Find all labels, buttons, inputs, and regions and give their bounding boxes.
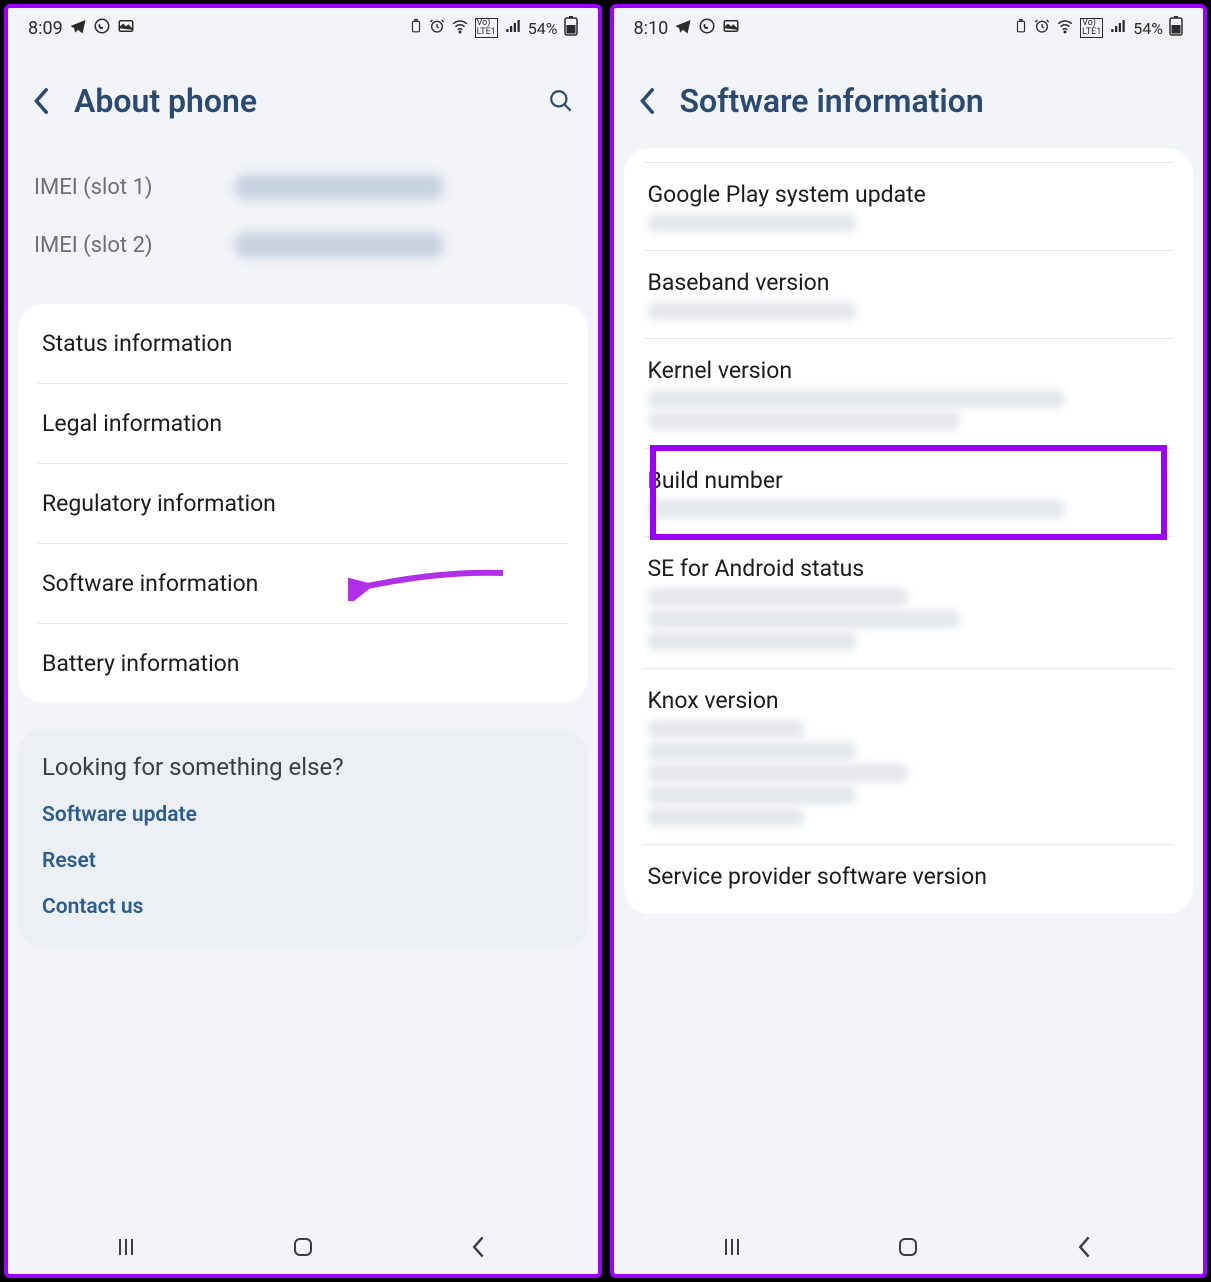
clock: 8:10 [634,18,669,39]
kernel-version-item[interactable]: Kernel version [644,339,1174,449]
wifi-icon [1056,17,1074,40]
redacted-value [648,808,804,826]
page-title: Software information [680,82,1184,120]
legal-information-item[interactable]: Legal information [38,384,568,464]
home-button[interactable] [288,1232,318,1262]
volte-icon: Vo)LTE1 [475,18,498,38]
google-play-update-item[interactable]: Google Play system update [644,162,1174,251]
imei-block: IMEI (slot 1) IMEI (slot 2) [8,148,598,304]
redacted-value [648,610,961,628]
gallery-icon [117,17,135,40]
redacted-value [648,412,961,430]
se-android-status-label: SE for Android status [648,555,1170,582]
looking-for-block: Looking for something else? Software upd… [18,729,588,949]
redacted-value [648,764,909,782]
baseband-version-item[interactable]: Baseband version [644,251,1174,339]
alarm-icon [1034,18,1050,39]
whatsapp-icon [698,17,716,40]
redacted-value [648,588,909,606]
recents-button[interactable] [111,1232,141,1262]
baseband-version-label: Baseband version [648,269,1170,296]
regulatory-information-label: Regulatory information [42,490,276,517]
regulatory-information-item[interactable]: Regulatory information [38,464,568,544]
software-info-card: Google Play system update Baseband versi… [624,148,1194,914]
battery-icon [1169,16,1183,41]
back-button[interactable] [634,87,662,115]
battery-percent: 54% [1133,19,1163,38]
service-provider-sw-label: Service provider software version [648,863,1170,890]
redacted-value [648,302,857,320]
recents-button[interactable] [717,1232,747,1262]
imei-2-label: IMEI (slot 2) [34,233,234,258]
back-nav-button[interactable] [464,1232,494,1262]
battery-icon [564,16,578,41]
alarm-icon [429,18,445,39]
imei-1-value-redacted [234,174,444,200]
navigation-bar [8,1220,598,1274]
annotation-arrow-icon [348,561,508,607]
software-update-link[interactable]: Software update [42,803,564,827]
legal-information-label: Legal information [42,410,222,437]
knox-version-item[interactable]: Knox version [644,669,1174,845]
redacted-value [648,720,804,738]
battery-information-label: Battery information [42,650,240,677]
software-information-screen: 8:10 Vo)LTE1 54% [610,4,1208,1278]
redacted-value [648,786,857,804]
imei-1-label: IMEI (slot 1) [34,175,234,200]
status-bar: 8:09 Vo)LTE1 54% [8,8,598,48]
signal-icon [504,17,522,40]
contact-us-link[interactable]: Contact us [42,895,564,919]
search-button[interactable] [544,84,578,118]
se-android-status-item[interactable]: SE for Android status [644,537,1174,669]
knox-version-label: Knox version [648,687,1170,714]
battery-low-icon [409,19,423,38]
page-header: Software information [614,48,1204,148]
redacted-value [648,500,1065,518]
telegram-icon [674,17,692,40]
imei-2-value-redacted [234,232,444,258]
software-information-item[interactable]: Software information [38,544,568,624]
google-play-update-label: Google Play system update [648,181,1170,208]
info-card: Status information Legal information Reg… [18,304,588,703]
whatsapp-icon [93,17,111,40]
page-header: About phone [8,48,598,148]
battery-low-icon [1014,19,1028,38]
software-information-label: Software information [42,570,258,597]
home-button[interactable] [893,1232,923,1262]
imei-slot-2-row[interactable]: IMEI (slot 2) [34,216,572,274]
back-nav-button[interactable] [1070,1232,1100,1262]
battery-information-item[interactable]: Battery information [38,624,568,703]
back-button[interactable] [28,87,56,115]
status-bar: 8:10 Vo)LTE1 54% [614,8,1204,48]
content-area: IMEI (slot 1) IMEI (slot 2) Status infor… [8,148,598,1220]
status-information-item[interactable]: Status information [38,304,568,384]
build-number-label: Build number [648,467,1170,494]
kernel-version-label: Kernel version [648,357,1170,384]
wifi-icon [451,17,469,40]
redacted-value [648,214,857,232]
imei-slot-1-row[interactable]: IMEI (slot 1) [34,158,572,216]
telegram-icon [69,17,87,40]
volte-icon: Vo)LTE1 [1080,18,1103,38]
gallery-icon [722,17,740,40]
footer-heading: Looking for something else? [42,753,564,781]
redacted-value [648,742,857,760]
page-title: About phone [74,82,526,120]
about-phone-screen: 8:09 Vo)LTE1 54% [4,4,602,1278]
redacted-value [648,390,1065,408]
signal-icon [1109,17,1127,40]
service-provider-sw-item[interactable]: Service provider software version [644,845,1174,914]
content-area: Google Play system update Baseband versi… [614,148,1204,1220]
build-number-item[interactable]: Build number [644,449,1174,537]
redacted-value [648,632,857,650]
status-information-label: Status information [42,330,232,357]
clock: 8:09 [28,18,63,39]
navigation-bar [614,1220,1204,1274]
battery-percent: 54% [528,19,558,38]
reset-link[interactable]: Reset [42,849,564,873]
